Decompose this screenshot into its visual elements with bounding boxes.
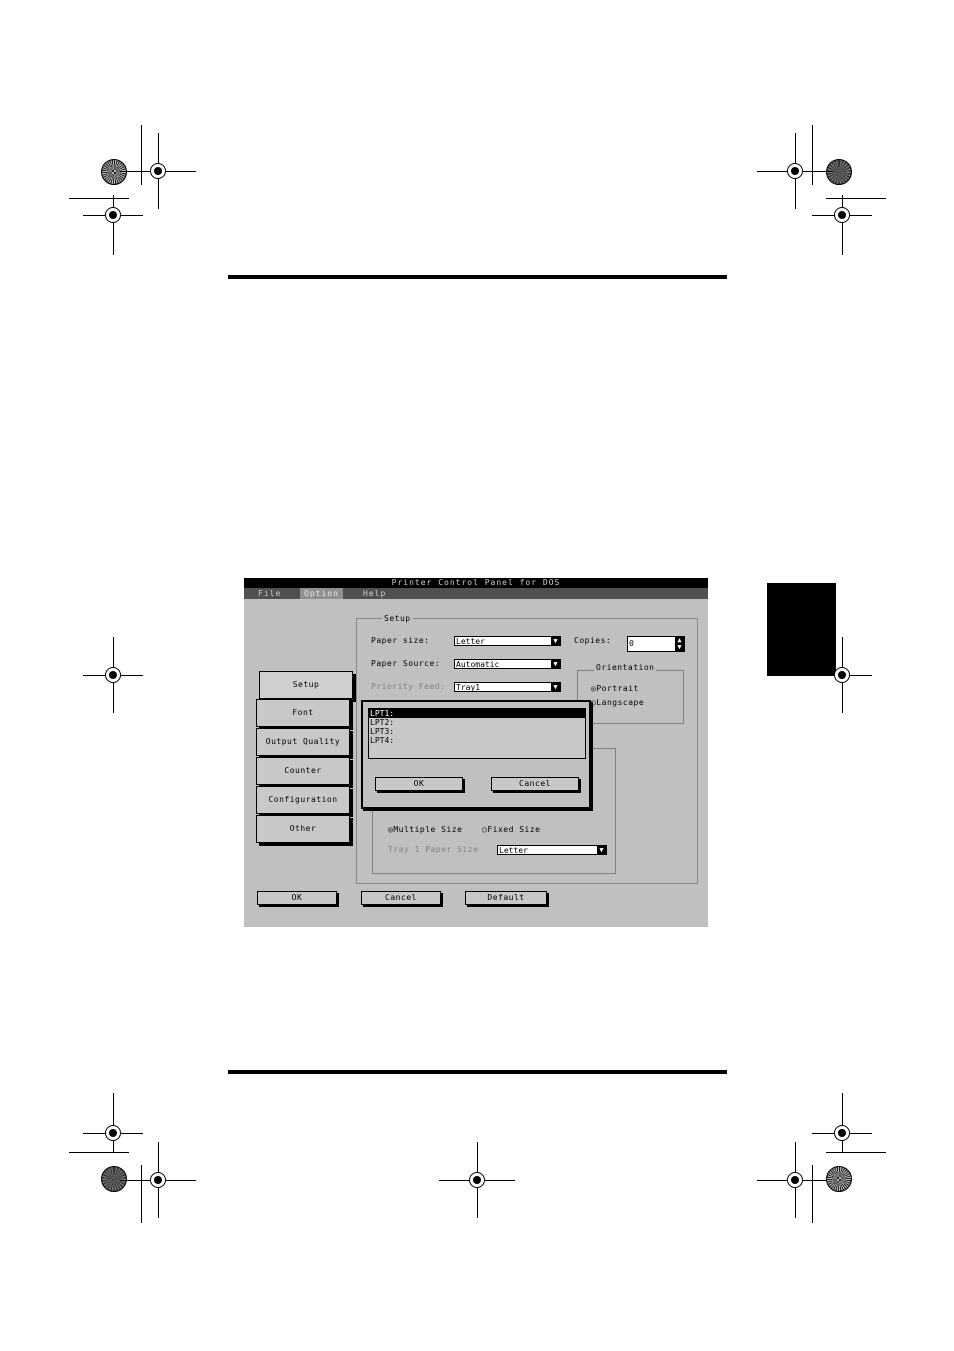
- tray-paper-size-label: Tray 1 Paper Size: [388, 845, 479, 854]
- chevron-down-icon: ▼: [597, 846, 606, 854]
- tab-configuration[interactable]: Configuration: [256, 786, 350, 814]
- fixed-size-radio[interactable]: ○Fixed Size: [482, 825, 541, 834]
- top-rule: [228, 275, 727, 279]
- landscape-radio[interactable]: ○Langscape: [591, 698, 644, 707]
- chevron-down-icon[interactable]: ▼: [675, 644, 684, 651]
- multiple-size-radio[interactable]: ◎Multiple Size: [388, 825, 462, 834]
- paper-source-select[interactable]: Automatic ▼: [454, 659, 561, 669]
- portrait-radio[interactable]: ◎Portrait: [591, 684, 639, 693]
- default-button[interactable]: Default: [465, 891, 547, 905]
- ok-button[interactable]: OK: [257, 891, 337, 905]
- paper-size-select[interactable]: Letter ▼: [454, 636, 561, 646]
- list-item[interactable]: LPT2:: [369, 718, 585, 727]
- dialog-cancel-button[interactable]: Cancel: [491, 777, 579, 791]
- orientation-group: [577, 670, 684, 724]
- priority-feed-label: Priority Feed:: [371, 682, 446, 691]
- window-title: Printer Control Panel for DOS: [244, 578, 708, 588]
- dialog-ok-button[interactable]: OK: [375, 777, 463, 791]
- chevron-down-icon: ▼: [551, 660, 560, 668]
- menu-file[interactable]: File: [254, 588, 285, 599]
- menu-option[interactable]: Option: [300, 588, 343, 599]
- tray-paper-size-select[interactable]: Letter ▼: [497, 845, 607, 855]
- portrait-label: Portrait: [596, 684, 639, 693]
- chevron-down-icon: ▼: [551, 637, 560, 645]
- cancel-button[interactable]: Cancel: [361, 891, 441, 905]
- fixed-size-label: Fixed Size: [487, 825, 541, 834]
- port-select-dialog: LPT1: LPT2: LPT3: LPT4: OK Cancel: [361, 700, 591, 809]
- menu-help[interactable]: Help: [359, 588, 390, 599]
- setup-group-label: Setup: [382, 614, 413, 623]
- list-item[interactable]: LPT3:: [369, 727, 585, 736]
- list-item[interactable]: LPT4:: [369, 736, 585, 745]
- orientation-label: Orientation: [594, 663, 657, 672]
- copies-spinner[interactable]: 0 ▲ ▼: [627, 636, 685, 652]
- tab-font[interactable]: Font: [256, 699, 350, 727]
- tab-counter[interactable]: Counter: [256, 757, 350, 785]
- copies-value: 0: [629, 639, 634, 648]
- tab-other[interactable]: Other: [256, 815, 350, 843]
- bottom-rule: [228, 1070, 727, 1074]
- tray-paper-size-value: Letter: [499, 846, 528, 855]
- paper-source-label: Paper Source:: [371, 659, 441, 668]
- chapter-thumb-tab: [767, 583, 836, 676]
- chevron-down-icon: ▼: [551, 683, 560, 691]
- copies-label: Copies:: [574, 636, 612, 645]
- app-screen: Printer Control Panel for DOS File Optio…: [244, 578, 708, 927]
- paper-size-label: Paper size:: [371, 636, 430, 645]
- port-list[interactable]: LPT1: LPT2: LPT3: LPT4:: [368, 708, 586, 759]
- color-wheel-icon: [826, 1166, 852, 1192]
- landscape-label: Langscape: [596, 698, 645, 707]
- paper-size-value: Letter: [456, 637, 485, 646]
- priority-feed-value: Tray1: [456, 683, 481, 692]
- menu-bar: File Option Help: [244, 588, 708, 599]
- color-wheel-icon: [101, 1166, 127, 1192]
- color-wheel-icon: [101, 159, 127, 185]
- multiple-size-label: Multiple Size: [393, 825, 463, 834]
- tab-output-quality[interactable]: Output Quality: [256, 728, 350, 756]
- list-item[interactable]: LPT1:: [369, 709, 585, 718]
- tab-setup[interactable]: Setup: [259, 671, 353, 699]
- priority-feed-select[interactable]: Tray1 ▼: [454, 682, 561, 692]
- paper-source-value: Automatic: [456, 660, 500, 669]
- color-wheel-icon: [826, 159, 852, 185]
